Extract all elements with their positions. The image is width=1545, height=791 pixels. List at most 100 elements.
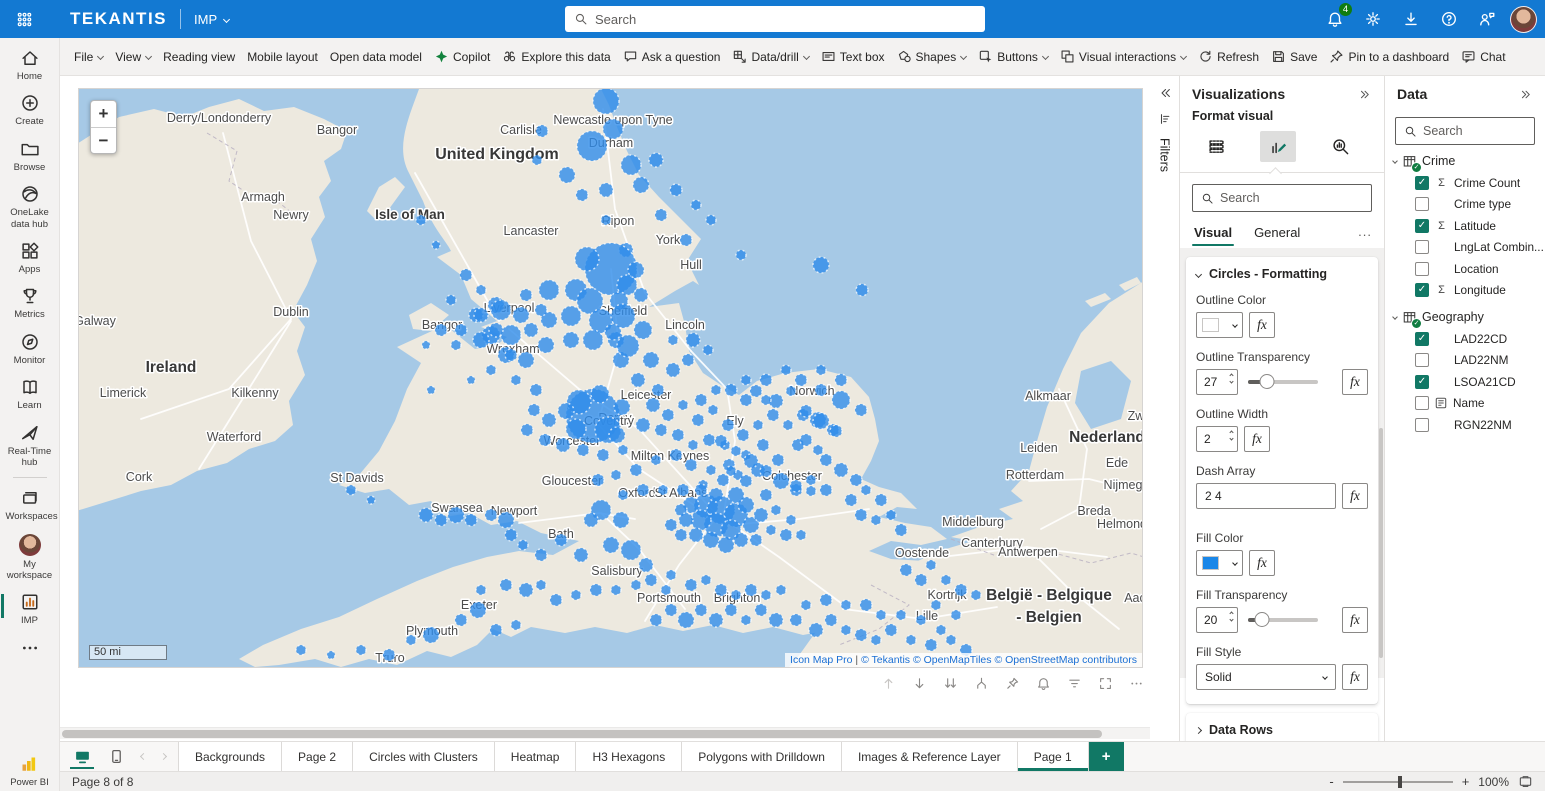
data-point-circle[interactable]	[577, 444, 589, 456]
data-point-circle[interactable]	[416, 215, 426, 225]
data-point-circle[interactable]	[505, 529, 517, 541]
data-point-circle[interactable]	[841, 625, 851, 635]
data-point-circle[interactable]	[706, 465, 716, 475]
data-point-circle[interactable]	[535, 304, 547, 316]
data-point-circle[interactable]	[760, 374, 772, 386]
outline-transparency-slider[interactable]	[1248, 380, 1318, 384]
sidebar-item-browse[interactable]: Browse	[0, 133, 59, 178]
data-point-circle[interactable]	[621, 540, 641, 560]
data-point-circle[interactable]	[634, 321, 652, 339]
data-point-circle[interactable]	[423, 627, 439, 643]
data-point-circle[interactable]	[583, 330, 603, 350]
drill-down-icon[interactable]	[910, 674, 928, 692]
canvas-horizontal-scrollbar[interactable]	[60, 727, 1150, 739]
desktop-view-button[interactable]	[66, 742, 98, 771]
expand-pane-icon[interactable]	[1158, 86, 1172, 100]
sidebar-item-metrics[interactable]: Metrics	[0, 280, 59, 325]
menu-refresh[interactable]: Refresh	[1192, 38, 1265, 76]
data-point-circle[interactable]	[835, 374, 847, 386]
data-point-circle[interactable]	[685, 459, 697, 471]
data-point-circle[interactable]	[662, 409, 674, 421]
data-point-circle[interactable]	[736, 250, 746, 260]
notifications-icon[interactable]: 4	[1320, 4, 1350, 34]
data-point-circle[interactable]	[637, 484, 649, 496]
data-point-circle[interactable]	[614, 399, 630, 415]
data-point-circle[interactable]	[576, 189, 588, 201]
data-point-circle[interactable]	[796, 530, 806, 540]
data-point-circle[interactable]	[731, 590, 741, 600]
data-point-circle[interactable]	[513, 307, 529, 323]
data-point-circle[interactable]	[490, 624, 502, 636]
data-point-circle[interactable]	[652, 384, 664, 396]
data-point-circle[interactable]	[886, 510, 896, 520]
fill-color-fx-button[interactable]: fx	[1249, 550, 1275, 576]
data-point-circle[interactable]	[535, 549, 547, 561]
data-point-circle[interactable]	[558, 403, 574, 419]
tab-visual[interactable]: Visual	[1192, 221, 1234, 248]
data-point-circle[interactable]	[895, 524, 907, 536]
data-point-circle[interactable]	[672, 429, 684, 441]
data-point-circle[interactable]	[725, 604, 737, 616]
data-point-circle[interactable]	[795, 374, 807, 386]
workspace-switcher[interactable]: IMP	[194, 12, 229, 27]
data-point-circle[interactable]	[518, 352, 534, 368]
sidebar-item-onelake-data-hub[interactable]: OneLake data hub	[0, 178, 59, 235]
attribution-link[interactable]: © OpenMapTiles	[913, 654, 994, 666]
dash-array-input[interactable]: 2 4	[1196, 483, 1336, 509]
data-point-circle[interactable]	[571, 590, 581, 600]
data-point-circle[interactable]	[665, 519, 677, 531]
data-point-circle[interactable]	[501, 325, 521, 345]
data-point-circle[interactable]	[780, 529, 792, 541]
data-point-circle[interactable]	[725, 384, 737, 396]
data-point-circle[interactable]	[682, 354, 694, 366]
page-tab-h3-hexagons[interactable]: H3 Hexagons	[576, 742, 682, 771]
data-point-circle[interactable]	[896, 610, 906, 620]
menu-save[interactable]: Save	[1265, 38, 1323, 76]
data-point-circle[interactable]	[646, 398, 660, 412]
data-point-circle[interactable]	[668, 335, 678, 345]
zoom-out-button[interactable]: -	[1329, 774, 1333, 789]
data-point-circle[interactable]	[427, 386, 435, 394]
data-point-circle[interactable]	[754, 508, 768, 522]
new-page-button[interactable]: +	[1089, 742, 1124, 771]
menu-copilot[interactable]: Copilot	[428, 38, 496, 76]
data-point-circle[interactable]	[435, 514, 447, 526]
data-point-circle[interactable]	[790, 614, 802, 626]
data-point-circle[interactable]	[628, 262, 644, 278]
data-point-circle[interactable]	[703, 345, 713, 355]
data-point-circle[interactable]	[550, 594, 562, 606]
fill-style-fx-button[interactable]: fx	[1342, 664, 1368, 690]
outline-width-spinner[interactable]: 2	[1196, 426, 1238, 452]
data-point-circle[interactable]	[678, 400, 688, 410]
data-point-circle[interactable]	[769, 613, 783, 627]
analytics-tab-button[interactable]	[1322, 131, 1358, 162]
data-point-circle[interactable]	[860, 599, 872, 611]
data-point-circle[interactable]	[665, 604, 677, 616]
sidebar-item-more[interactable]	[0, 632, 59, 663]
data-point-circle[interactable]	[691, 510, 711, 530]
data-point-circle[interactable]	[772, 454, 784, 466]
data-point-circle[interactable]	[809, 623, 823, 637]
data-point-circle[interactable]	[813, 257, 829, 273]
field-latitude[interactable]: ✓ΣLatitude	[1385, 215, 1545, 237]
data-point-circle[interactable]	[651, 455, 661, 465]
data-point-circle[interactable]	[773, 473, 789, 489]
data-point-circle[interactable]	[649, 153, 663, 167]
menu-chat[interactable]: Chat	[1455, 38, 1511, 76]
data-point-circle[interactable]	[855, 629, 867, 641]
data-point-circle[interactable]	[593, 89, 619, 114]
data-point-circle[interactable]	[597, 449, 609, 461]
data-point-circle[interactable]	[327, 651, 335, 659]
data-point-circle[interactable]	[830, 425, 842, 437]
checkbox[interactable]	[1415, 396, 1429, 410]
data-point-circle[interactable]	[726, 466, 736, 476]
checkbox[interactable]: ✓	[1415, 283, 1429, 297]
data-point-circle[interactable]	[489, 323, 503, 337]
data-point-circle[interactable]	[781, 365, 791, 375]
data-point-circle[interactable]	[636, 418, 650, 432]
fit-to-page-icon[interactable]	[1518, 774, 1533, 789]
data-point-circle[interactable]	[631, 373, 645, 387]
data-point-circle[interactable]	[536, 580, 546, 590]
drill-up-icon[interactable]	[879, 674, 897, 692]
data-point-circle[interactable]	[786, 515, 796, 525]
